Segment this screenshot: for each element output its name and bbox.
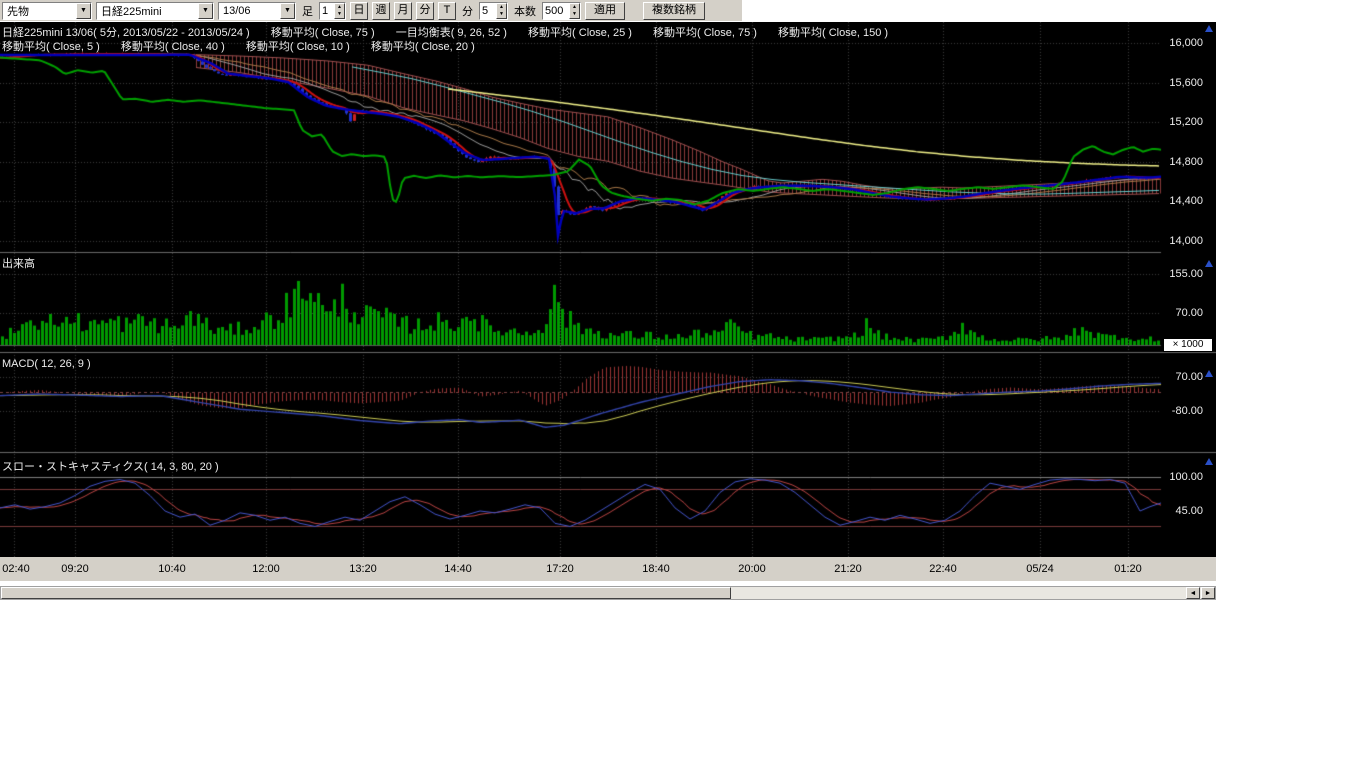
arrow-up-icon: [1205, 25, 1213, 32]
spinner-icon[interactable]: ▲▼: [496, 3, 507, 19]
macd-tick: -80.00: [1172, 405, 1203, 417]
period-tick-button[interactable]: T: [438, 2, 456, 20]
indicator-label: 移動平均( Close, 40 ): [121, 41, 225, 53]
indicator-label: 移動平均( Close, 20 ): [371, 41, 475, 53]
spinner-icon[interactable]: ▲▼: [569, 3, 580, 19]
time-tick: 02:40: [2, 563, 30, 575]
macd-panel-label: MACD( 12, 26, 9 ): [2, 358, 91, 370]
scrollbar-right-button[interactable]: ►: [1201, 587, 1215, 599]
scroll-up-button-stochastics[interactable]: [1203, 457, 1214, 467]
arrow-up-icon: [1205, 370, 1213, 377]
volume-tick: 155.00: [1169, 268, 1203, 280]
indicator-label: 移動平均( Close, 5 ): [2, 41, 100, 53]
period-month-button[interactable]: 月: [394, 2, 412, 20]
price-tick: 16,000: [1169, 37, 1203, 49]
trading-app-window: 先物 ▼ 日経225mini ▼ 13/06 ▼ 足 ▲▼ 日 週 月 分 T …: [0, 0, 1366, 768]
price-tick: 14,000: [1169, 235, 1203, 247]
period-minute-button[interactable]: 分: [416, 2, 434, 20]
horizontal-scrollbar[interactable]: ◄ ►: [0, 586, 1216, 600]
price-chart-canvas[interactable]: [0, 22, 1216, 557]
time-tick: 01:20: [1114, 563, 1142, 575]
time-tick: 14:40: [444, 563, 472, 575]
time-tick: 10:40: [158, 563, 186, 575]
stochastics-panel-label: スロー・ストキャスティクス( 14, 3, 80, 20 ): [2, 458, 219, 474]
scroll-up-button-volume[interactable]: [1203, 259, 1214, 269]
apply-button[interactable]: 適用: [585, 2, 625, 20]
volume-tick: 70.00: [1175, 307, 1203, 319]
contract-month-value: 13/06: [219, 5, 280, 17]
bars-count-input[interactable]: [543, 4, 569, 18]
minute-label: 分: [460, 3, 475, 19]
bar-type-label: 足: [300, 3, 315, 19]
stoch-tick: 45.00: [1175, 505, 1203, 517]
time-tick: 20:00: [738, 563, 766, 575]
contract-month-select[interactable]: 13/06 ▼: [218, 2, 296, 20]
arrow-up-icon: [1205, 458, 1213, 465]
chevron-down-icon[interactable]: ▼: [198, 3, 213, 19]
time-tick: 18:40: [642, 563, 670, 575]
chart-header-line2: 移動平均( Close, 5 ) 移動平均( Close, 40 ) 移動平均(…: [2, 38, 493, 54]
instrument-category-value: 先物: [3, 3, 76, 19]
spinner-icon[interactable]: ▲▼: [334, 3, 345, 19]
time-tick: 17:20: [546, 563, 574, 575]
time-tick: 05/24: [1026, 563, 1054, 575]
indicator-label: 移動平均( Close, 75 ): [653, 27, 757, 39]
time-tick: 21:20: [834, 563, 862, 575]
time-axis: 02:40 09:20 10:40 12:00 13:20 14:40 17:2…: [0, 557, 1216, 581]
volume-unit-badge: × 1000: [1163, 338, 1213, 352]
period-day-button[interactable]: 日: [350, 2, 368, 20]
minute-input[interactable]: [480, 4, 496, 18]
price-tick: 14,400: [1169, 195, 1203, 207]
price-tick: 15,600: [1169, 77, 1203, 89]
scroll-up-button-price[interactable]: [1203, 24, 1214, 34]
symbol-value: 日経225mini: [97, 3, 198, 19]
indicator-label: 移動平均( Close, 25 ): [528, 27, 632, 39]
toolbar: 先物 ▼ 日経225mini ▼ 13/06 ▼ 足 ▲▼ 日 週 月 分 T …: [0, 0, 742, 21]
period-week-button[interactable]: 週: [372, 2, 390, 20]
price-tick: 14,800: [1169, 156, 1203, 168]
time-tick: 12:00: [252, 563, 280, 575]
interval-input[interactable]: [320, 4, 334, 18]
chart-area: 日経225mini 13/06( 5分, 2013/05/22 - 2013/0…: [0, 22, 1216, 557]
interval-field[interactable]: ▲▼: [319, 2, 346, 20]
chevron-down-icon[interactable]: ▼: [280, 3, 295, 19]
time-tick: 13:20: [349, 563, 377, 575]
time-tick: 09:20: [61, 563, 89, 575]
scrollbar-left-button[interactable]: ◄: [1186, 587, 1200, 599]
time-tick: 22:40: [929, 563, 957, 575]
bars-count-label: 本数: [512, 3, 538, 19]
macd-tick: 70.00: [1175, 371, 1203, 383]
chevron-down-icon[interactable]: ▼: [76, 3, 91, 19]
symbol-select[interactable]: 日経225mini ▼: [96, 2, 214, 20]
volume-panel-label: 出来高: [2, 255, 35, 271]
indicator-label: 移動平均( Close, 10 ): [246, 41, 350, 53]
price-tick: 15,200: [1169, 116, 1203, 128]
stoch-tick: 100.00: [1169, 471, 1203, 483]
bars-count-field[interactable]: ▲▼: [542, 2, 581, 20]
instrument-category-select[interactable]: 先物 ▼: [2, 2, 92, 20]
scrollbar-thumb[interactable]: [1, 587, 731, 599]
indicator-label: 移動平均( Close, 150 ): [778, 27, 888, 39]
minute-field[interactable]: ▲▼: [479, 2, 508, 20]
multi-symbol-button[interactable]: 複数銘柄: [643, 2, 705, 20]
arrow-up-icon: [1205, 260, 1213, 267]
scroll-up-button-macd[interactable]: [1203, 369, 1214, 379]
